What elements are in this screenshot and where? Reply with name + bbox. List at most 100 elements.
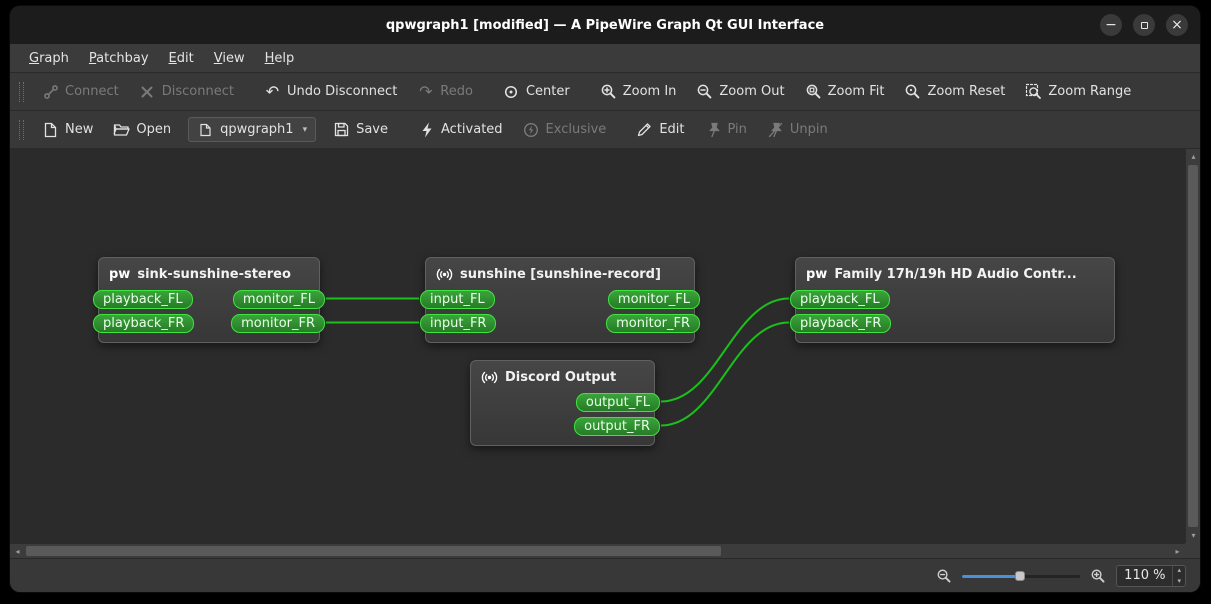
port-family-playback-fr[interactable]: playback_FR: [790, 314, 892, 333]
node-discord-output[interactable]: Discord Output output_FL output_FR: [470, 360, 660, 446]
port-sink-monitor-fr[interactable]: monitor_FR: [231, 314, 325, 333]
window-title: qpwgraph1 [modified] — A PipeWire Graph …: [385, 17, 825, 33]
connect-icon: [42, 83, 59, 100]
connect-label: Connect: [65, 84, 119, 99]
node-header: sunshine [sunshine-record]: [426, 258, 694, 288]
save-icon: [333, 121, 350, 138]
redo-button[interactable]: ↷ Redo: [408, 77, 482, 106]
connection-edges: [325, 297, 790, 427]
patchbay-file-combo[interactable]: qpwgraph1 ▾: [188, 117, 317, 142]
zoom-in-icon[interactable]: [1090, 568, 1106, 584]
edit-button[interactable]: Edit: [627, 115, 693, 144]
scroll-down-icon[interactable]: ▾: [1186, 528, 1200, 543]
node-title: Discord Output: [505, 369, 617, 385]
node-title: sink-sunshine-stereo: [137, 266, 291, 282]
zoom-fit-button[interactable]: Zoom Fit: [796, 77, 894, 106]
save-button[interactable]: Save: [324, 115, 397, 144]
port-sunshine-input-fl[interactable]: input_FL: [420, 290, 495, 309]
port-family-playback-fl[interactable]: playback_FL: [790, 290, 890, 309]
node-family-hd-audio[interactable]: pw Family 17h/19h HD Audio Contr... play…: [790, 257, 1115, 343]
exclusive-icon: [523, 121, 540, 138]
port-sink-monitor-fl[interactable]: monitor_FL: [232, 290, 325, 309]
zoom-slider-fill: [962, 574, 1021, 578]
zoom-out-button[interactable]: Zoom Out: [687, 77, 793, 106]
center-button[interactable]: Center: [494, 77, 579, 106]
zoom-range-button[interactable]: Zoom Range: [1016, 77, 1140, 106]
port-sunshine-monitor-fl[interactable]: monitor_FL: [607, 290, 700, 309]
node-header: Discord Output: [471, 361, 654, 391]
zoom-slider-handle[interactable]: [1015, 570, 1026, 581]
toolbar-drag-handle[interactable]: [19, 119, 24, 140]
port-discord-output-fr[interactable]: output_FR: [574, 417, 660, 436]
exclusive-button[interactable]: Exclusive: [514, 115, 616, 144]
open-folder-icon: [113, 121, 131, 138]
stream-icon: [481, 369, 498, 386]
horizontal-scrollbar[interactable]: ◂ ▸: [10, 543, 1185, 558]
menu-patchbay[interactable]: Patchbay: [80, 47, 158, 70]
new-file-icon: [42, 121, 59, 138]
statusbar: 110 % ▴ ▾: [10, 558, 1200, 592]
zoom-range-icon: [1025, 83, 1042, 100]
zoom-in-button[interactable]: Zoom In: [591, 77, 686, 106]
port-discord-output-fl[interactable]: output_FL: [575, 393, 660, 412]
minimize-button[interactable]: −: [1100, 14, 1122, 36]
scroll-up-icon[interactable]: ▴: [1186, 149, 1200, 164]
horizontal-scrollbar-thumb[interactable]: [26, 546, 721, 556]
zoom-slider[interactable]: [962, 568, 1081, 584]
node-header: pw sink-sunshine-stereo: [99, 258, 319, 288]
menu-view[interactable]: View: [205, 47, 254, 70]
spin-down-icon[interactable]: ▾: [1173, 576, 1185, 587]
patchbay-canvas[interactable]: pw sink-sunshine-stereo playback_FL moni…: [10, 149, 1200, 558]
maximize-button[interactable]: [1133, 14, 1155, 36]
patchbay-file-icon: [197, 121, 214, 138]
node-sunshine-record[interactable]: sunshine [sunshine-record] input_FL moni…: [420, 257, 700, 343]
pin-button[interactable]: Pin: [696, 115, 756, 144]
new-button[interactable]: New: [33, 115, 102, 144]
spin-up-icon[interactable]: ▴: [1173, 565, 1185, 576]
vertical-scrollbar[interactable]: ▴ ▾: [1185, 149, 1200, 543]
scroll-right-icon[interactable]: ▸: [1170, 544, 1185, 558]
zoom-value[interactable]: 110 %: [1117, 566, 1172, 586]
connect-button[interactable]: Connect: [33, 77, 128, 106]
minimize-icon: −: [1105, 17, 1117, 33]
zoom-fit-label: Zoom Fit: [827, 84, 885, 99]
undo-button[interactable]: ↶ Undo Disconnect: [255, 77, 406, 106]
pipewire-icon: pw: [109, 266, 131, 282]
activated-bolt-icon: [418, 121, 435, 138]
disconnect-button[interactable]: Disconnect: [130, 77, 243, 106]
zoom-range-label: Zoom Range: [1048, 84, 1132, 99]
zoom-in-icon: [600, 83, 617, 100]
port-sink-playback-fr[interactable]: playback_FR: [93, 314, 195, 333]
scroll-left-icon[interactable]: ◂: [10, 544, 25, 558]
unpin-button[interactable]: Unpin: [758, 115, 837, 144]
open-button[interactable]: Open: [104, 115, 180, 144]
menubar: Graph Patchbay Edit View Help: [10, 44, 1200, 73]
port-sunshine-input-fr[interactable]: input_FR: [420, 314, 497, 333]
toolbar-file: New Open qpwgraph1 ▾ Save Activated Excl…: [10, 111, 1200, 149]
node-sink-sunshine-stereo[interactable]: pw sink-sunshine-stereo playback_FL moni…: [93, 257, 325, 343]
pin-icon: [705, 121, 722, 138]
zoom-fit-icon: [805, 83, 822, 100]
port-sink-playback-fl[interactable]: playback_FL: [93, 290, 193, 309]
zoom-in-label: Zoom In: [622, 84, 677, 99]
activated-button[interactable]: Activated: [409, 115, 512, 144]
zoom-reset-icon: [904, 83, 921, 100]
titlebar[interactable]: qpwgraph1 [modified] — A PipeWire Graph …: [10, 6, 1200, 44]
close-button[interactable]: ×: [1166, 14, 1188, 36]
toolbar-drag-handle[interactable]: [19, 81, 24, 102]
menu-graph[interactable]: Graph: [20, 47, 78, 70]
stream-icon: [436, 266, 453, 283]
zoom-reset-button[interactable]: Zoom Reset: [895, 77, 1014, 106]
zoom-out-icon[interactable]: [936, 568, 952, 584]
new-label: New: [65, 122, 94, 137]
node-title: Family 17h/19h HD Audio Contr...: [834, 266, 1077, 282]
menu-edit[interactable]: Edit: [160, 47, 203, 70]
port-sunshine-monitor-fr[interactable]: monitor_FR: [606, 314, 700, 333]
menu-help[interactable]: Help: [256, 47, 304, 70]
center-label: Center: [525, 84, 570, 99]
chevron-down-icon: ▾: [302, 124, 308, 135]
undo-label: Undo Disconnect: [286, 84, 398, 99]
node-header: pw Family 17h/19h HD Audio Contr...: [796, 258, 1114, 288]
zoom-spinbox[interactable]: 110 % ▴ ▾: [1116, 564, 1186, 587]
vertical-scrollbar-thumb[interactable]: [1188, 165, 1198, 527]
